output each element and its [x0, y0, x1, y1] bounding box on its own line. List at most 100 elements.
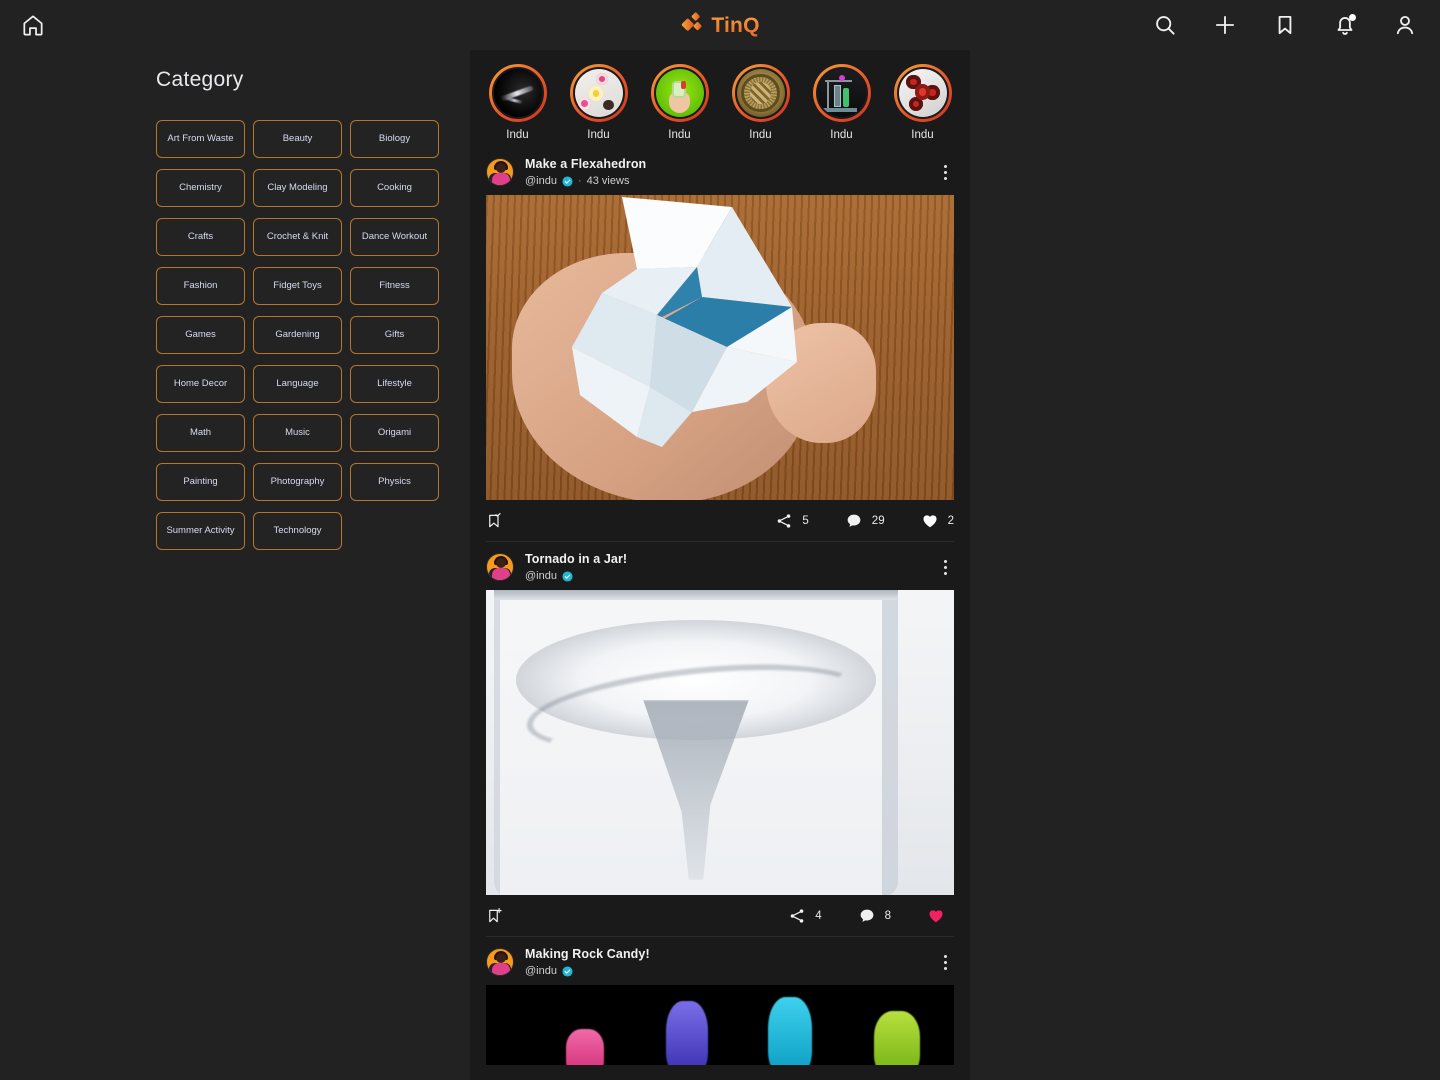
- post-handle[interactable]: @indu: [525, 965, 557, 977]
- heart-icon: [923, 514, 937, 527]
- category-item-physics[interactable]: Physics: [350, 463, 439, 501]
- category-item-fidget-toys[interactable]: Fidget Toys: [253, 267, 342, 305]
- meta-separator: ·: [577, 175, 582, 187]
- story-thumbnail-gold-coin: [734, 67, 787, 119]
- category-item-crochet-and-knit[interactable]: Crochet & Knit: [253, 218, 342, 256]
- category-item-lifestyle[interactable]: Lifestyle: [350, 365, 439, 403]
- post-header: Make a Flexahedron @indu · 43 views: [470, 147, 970, 195]
- story-thumbnail-fidget-spinner: [896, 67, 949, 119]
- bookmark-add-icon[interactable]: [486, 906, 504, 926]
- category-item-music[interactable]: Music: [253, 414, 342, 452]
- category-item-fashion[interactable]: Fashion: [156, 267, 245, 305]
- category-item-biology[interactable]: Biology: [350, 120, 439, 158]
- story-ring: [893, 64, 952, 122]
- post-subtitle: @indu · 43 views: [525, 175, 934, 187]
- heart-icon-filled: [929, 909, 943, 922]
- comment-count: 8: [884, 909, 891, 922]
- story-item-4[interactable]: Indu: [721, 64, 800, 141]
- post-card: Tornado in a Jar! @indu 4 8: [470, 542, 970, 937]
- post-media-tornado-in-jar[interactable]: [486, 590, 954, 895]
- category-item-beauty[interactable]: Beauty: [253, 120, 342, 158]
- category-item-gifts[interactable]: Gifts: [350, 316, 439, 354]
- post-subtitle: @indu: [525, 965, 934, 977]
- verified-badge-icon: [562, 175, 573, 187]
- bookmark-check-icon[interactable]: [486, 511, 504, 531]
- category-item-fitness[interactable]: Fitness: [350, 267, 439, 305]
- post-handle[interactable]: @indu: [525, 570, 557, 582]
- bookmark-icon[interactable]: [1272, 12, 1298, 38]
- search-icon[interactable]: [1152, 12, 1178, 38]
- share-icon: [778, 513, 791, 528]
- like-action[interactable]: 2: [921, 512, 954, 530]
- stories-row: Indu Indu Indu Indu Indu Indu: [470, 50, 970, 147]
- category-item-math[interactable]: Math: [156, 414, 245, 452]
- view-count: 43 views: [586, 175, 630, 187]
- brand-name: TinQ: [711, 14, 760, 37]
- category-item-technology[interactable]: Technology: [253, 512, 342, 550]
- home-icon[interactable]: [20, 12, 46, 38]
- category-item-dance-workout[interactable]: Dance Workout: [350, 218, 439, 256]
- home-button[interactable]: [20, 12, 46, 38]
- category-item-gardening[interactable]: Gardening: [253, 316, 342, 354]
- comment-icon: [847, 514, 861, 527]
- story-label: Indu: [749, 129, 772, 141]
- category-item-crafts[interactable]: Crafts: [156, 218, 245, 256]
- share-count: 5: [802, 514, 809, 527]
- category-item-chemistry[interactable]: Chemistry: [156, 169, 245, 207]
- category-panel: Category Art From Waste Beauty Biology C…: [156, 68, 446, 550]
- post-card: Making Rock Candy! @indu: [470, 937, 970, 1065]
- avatar[interactable]: [486, 158, 514, 186]
- comment-action[interactable]: 29: [845, 512, 885, 530]
- post-media-flexahedron[interactable]: [486, 195, 954, 500]
- share-action[interactable]: 5: [775, 512, 809, 530]
- profile-icon[interactable]: [1392, 12, 1418, 38]
- app-root: TinQ Category Art From Waste Beauty Biol…: [0, 0, 1440, 1080]
- like-action[interactable]: [927, 907, 954, 925]
- story-item-6[interactable]: Indu: [883, 64, 962, 141]
- like-count: 2: [947, 514, 954, 527]
- post-header: Tornado in a Jar! @indu: [470, 542, 970, 590]
- story-item-5[interactable]: Indu: [802, 64, 881, 141]
- story-thumbnail-lab-apparatus: [815, 67, 868, 119]
- post-options-menu[interactable]: [934, 164, 956, 180]
- notifications-icon[interactable]: [1332, 12, 1358, 38]
- post-handle[interactable]: @indu: [525, 175, 557, 187]
- brand-logo[interactable]: TinQ: [680, 11, 759, 41]
- add-icon[interactable]: [1212, 12, 1238, 38]
- post-title: Making Rock Candy!: [525, 947, 650, 961]
- category-item-photography[interactable]: Photography: [253, 463, 342, 501]
- story-ring: [812, 64, 871, 122]
- category-item-painting[interactable]: Painting: [156, 463, 245, 501]
- top-navigation-bar: TinQ: [0, 0, 1440, 50]
- post-options-menu[interactable]: [934, 559, 956, 575]
- post-actions: 5 29 2: [486, 500, 954, 542]
- share-action[interactable]: 4: [788, 907, 822, 925]
- comment-action[interactable]: 8: [858, 907, 891, 925]
- category-item-cooking[interactable]: Cooking: [350, 169, 439, 207]
- story-thumbnail-black-streaks: [491, 67, 544, 119]
- post-title: Tornado in a Jar!: [525, 552, 628, 566]
- story-item-2[interactable]: Indu: [559, 64, 638, 141]
- post-media-rock-candy[interactable]: [486, 985, 954, 1065]
- category-item-clay-modeling[interactable]: Clay Modeling: [253, 169, 342, 207]
- story-thumbnail-donuts: [572, 67, 625, 119]
- post-subtitle: @indu: [525, 570, 934, 582]
- category-item-language[interactable]: Language: [253, 365, 342, 403]
- avatar[interactable]: [486, 948, 514, 976]
- post-options-menu[interactable]: [934, 954, 956, 970]
- category-item-games[interactable]: Games: [156, 316, 245, 354]
- post-title: Make a Flexahedron: [525, 157, 647, 171]
- story-item-3[interactable]: Indu: [640, 64, 719, 141]
- story-ring: [569, 64, 628, 122]
- category-item-art-from-waste[interactable]: Art From Waste: [156, 120, 245, 158]
- comment-count: 29: [871, 514, 885, 527]
- avatar[interactable]: [486, 553, 514, 581]
- post-header: Making Rock Candy! @indu: [470, 937, 970, 985]
- category-item-home-decor[interactable]: Home Decor: [156, 365, 245, 403]
- story-item-1[interactable]: Indu: [478, 64, 557, 141]
- verified-badge-icon: [562, 570, 573, 582]
- post-actions: 4 8: [486, 895, 954, 937]
- category-grid: Art From Waste Beauty Biology Chemistry …: [156, 120, 446, 550]
- category-item-summer-activity[interactable]: Summer Activity: [156, 512, 245, 550]
- category-item-origami[interactable]: Origami: [350, 414, 439, 452]
